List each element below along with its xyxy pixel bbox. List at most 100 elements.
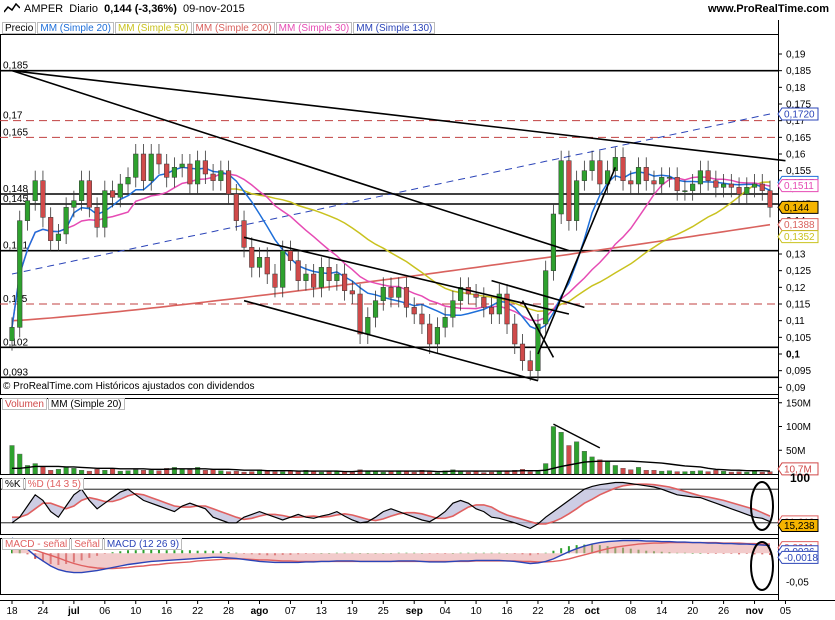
volume-bar <box>744 471 750 475</box>
volume-bar <box>721 470 727 475</box>
time-tick-label: 14 <box>656 606 668 617</box>
volume-bar <box>63 467 69 475</box>
candle-body <box>148 153 154 181</box>
macd-histogram-bar <box>219 551 222 554</box>
macd-histogram-bar <box>134 550 137 554</box>
candle-body <box>287 250 294 261</box>
candle-body <box>140 153 147 181</box>
price-tick-label: 0,105 <box>786 333 811 344</box>
legend-macd-hist[interactable]: MACD - señal <box>2 538 71 550</box>
legend-macd[interactable]: MACD (12 26 9) <box>103 538 183 550</box>
volume-bar <box>697 470 703 475</box>
candle-body <box>566 160 572 221</box>
level-label: 0,17 <box>3 111 23 122</box>
candle-body <box>558 160 564 215</box>
macd-histogram-bar <box>459 552 462 554</box>
volume-bar <box>752 470 758 475</box>
stock-chart: 0,190,1850,180,1750,170,1650,160,1550,15… <box>0 20 835 617</box>
macd-legend: MACD - señal Señal MACD (12 26 9) <box>2 538 183 550</box>
candle-body <box>728 183 734 188</box>
candle-body <box>249 247 255 268</box>
price-tick-label: 0,185 <box>786 66 811 77</box>
candle-body <box>519 343 526 361</box>
macd-histogram-bar <box>235 552 238 554</box>
time-tick-label: 04 <box>440 606 452 617</box>
price-tick-label: 0,095 <box>786 366 811 377</box>
candle-body <box>125 177 131 185</box>
candle-body <box>643 167 649 181</box>
legend-k[interactable]: %K <box>2 478 24 490</box>
macd-histogram-bar <box>127 550 130 554</box>
candle-body <box>512 323 518 345</box>
legend-ma200[interactable]: MM (Simple 200) <box>192 22 275 34</box>
candle-body <box>55 233 61 241</box>
candle-body <box>574 180 580 221</box>
macd-histogram-bar <box>111 552 114 554</box>
candle-body <box>349 290 355 295</box>
volume-tick-label: 100M <box>786 422 811 433</box>
time-tick-label: 25 <box>378 606 390 617</box>
volume-bar <box>527 471 533 475</box>
volume-bar <box>558 432 564 475</box>
site-label[interactable]: www.ProRealTime.com <box>708 3 829 15</box>
volume-bar <box>481 472 487 475</box>
legend-ma30[interactable]: MM (Simple 30) <box>275 22 353 34</box>
legend-signal[interactable]: Señal <box>71 538 103 550</box>
legend-volume[interactable]: Volumen <box>2 398 47 410</box>
legend-d[interactable]: %D (14 3 5) <box>24 478 84 490</box>
candle-body <box>79 180 85 201</box>
price-flag: 0,1388 <box>777 218 819 232</box>
macd-histogram-bar <box>691 553 694 554</box>
candle-body <box>241 220 247 248</box>
volume-bar <box>326 471 332 475</box>
macd-histogram-bar <box>157 549 160 554</box>
price-flag: 0,1352 <box>777 230 819 244</box>
legend-ma20[interactable]: MM (Simple 20) <box>37 22 114 34</box>
time-tick-label: ago <box>251 606 269 617</box>
candle-body <box>635 167 642 185</box>
macd-histogram-bar <box>173 550 176 554</box>
candle-body <box>311 273 317 288</box>
legend-price[interactable]: Precio <box>2 22 37 34</box>
legend-ma50[interactable]: MM (Simple 50) <box>114 22 192 34</box>
candle-body <box>620 157 626 181</box>
macd-histogram-bar <box>119 551 122 554</box>
volume-bar <box>318 471 324 475</box>
candle-body <box>117 183 123 198</box>
macd-histogram-bar <box>335 552 338 554</box>
quote-label: 0,144 (-3,36%) <box>104 3 177 15</box>
volume-bar <box>40 466 46 475</box>
candle-body <box>264 257 270 275</box>
volume-bar <box>249 471 255 475</box>
time-tick-label: 08 <box>625 606 637 617</box>
level-label: 0,165 <box>3 127 28 138</box>
chart-credit: © ProRealTime.com Históricos ajustados c… <box>3 381 255 392</box>
volume-bar <box>489 471 495 475</box>
time-tick-label: 05 <box>780 606 792 617</box>
volume-bar <box>156 470 162 475</box>
candle-body <box>581 170 587 181</box>
candle-body <box>396 287 402 298</box>
candle-body <box>589 160 595 171</box>
macd-flag-text: -0,0018 <box>784 553 818 564</box>
chart-type-icon <box>3 2 21 13</box>
candle-body <box>303 273 309 281</box>
volume-bar <box>380 471 386 475</box>
legend-ma130[interactable]: MM (Simple 130) <box>353 22 436 34</box>
volume-legend: Volumen MM (Simple 20) <box>2 398 126 410</box>
time-tick-label: 10 <box>130 606 142 617</box>
candle-body <box>651 180 657 185</box>
macd-histogram-bar <box>397 552 400 554</box>
price-tick-label: 0,115 <box>786 300 811 311</box>
time-tick-label: 16 <box>501 606 513 617</box>
volume-bar <box>179 468 185 475</box>
macd-histogram-bar <box>552 550 555 554</box>
macd-histogram-bar <box>699 553 702 554</box>
candle-body <box>295 260 301 281</box>
time-tick-label: jul <box>67 606 80 617</box>
price-tick-label: 0,09 <box>786 383 806 394</box>
volume-bar <box>713 470 719 475</box>
candle-body <box>527 360 533 371</box>
legend-volume-ma[interactable]: MM (Simple 20) <box>47 398 125 410</box>
macd-histogram-bar <box>753 553 756 555</box>
